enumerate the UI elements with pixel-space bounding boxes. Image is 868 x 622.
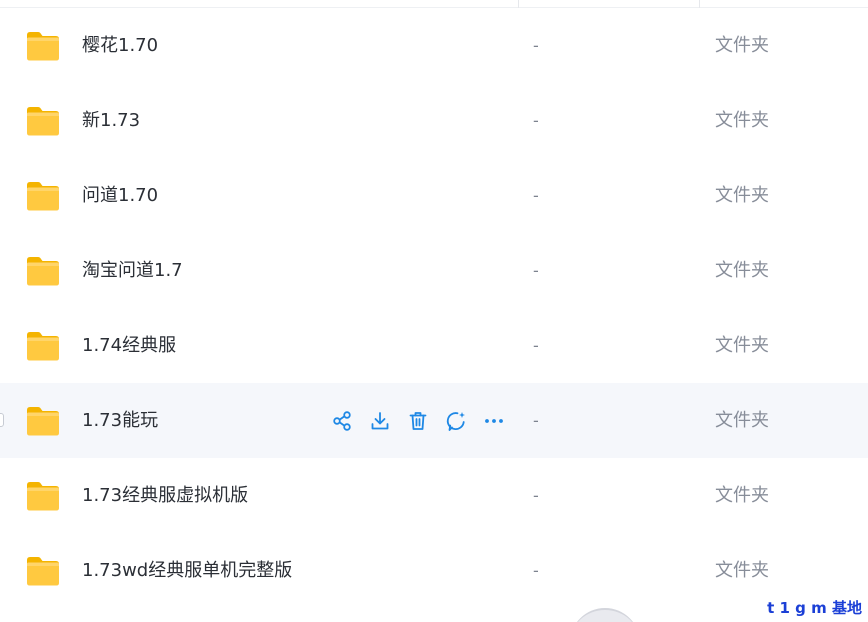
file-list: 樱花1.70- 文件夹 新1.73- 文件夹 问道1.70- 文件夹 淘宝问道1.7- 文件夹… bbox=[0, 8, 868, 608]
column-divider bbox=[518, 0, 519, 8]
share-icon bbox=[331, 410, 353, 432]
file-name[interactable]: 1.73wd经典服单机完整版 bbox=[82, 533, 292, 608]
file-size: - bbox=[533, 111, 539, 130]
more-icon bbox=[483, 410, 505, 432]
row-checkbox[interactable] bbox=[0, 413, 4, 427]
file-row[interactable]: 1.73经典服虚拟机版 - 文件夹 bbox=[0, 458, 868, 533]
file-type: 文件夹 bbox=[715, 185, 769, 206]
file-name[interactable]: 1.73经典服虚拟机版 bbox=[82, 458, 248, 533]
row-action-bar bbox=[326, 407, 516, 435]
file-size: - bbox=[533, 36, 539, 55]
ai-chat-icon bbox=[445, 410, 467, 432]
floating-avatar[interactable] bbox=[570, 608, 640, 622]
file-name[interactable]: 淘宝问道1.7 bbox=[82, 233, 183, 308]
delete-button[interactable] bbox=[402, 407, 434, 435]
file-size: - bbox=[533, 561, 539, 580]
file-row[interactable]: 1.74经典服 - 文件夹 bbox=[0, 308, 868, 383]
file-size: - bbox=[533, 186, 539, 205]
folder-icon bbox=[25, 105, 61, 137]
file-name[interactable]: 1.74经典服 bbox=[82, 308, 176, 383]
file-name[interactable]: 樱花1.70 bbox=[82, 8, 158, 83]
file-type: 文件夹 bbox=[715, 560, 769, 581]
file-name[interactable]: 新1.73 bbox=[82, 83, 140, 158]
column-divider bbox=[699, 0, 700, 8]
file-row[interactable]: 新1.73 - 文件夹 bbox=[0, 83, 868, 158]
folder-icon bbox=[25, 405, 61, 437]
folder-icon bbox=[25, 330, 61, 362]
file-row[interactable]: 1.73能玩 - 文件夹 bbox=[0, 383, 868, 458]
file-name[interactable]: 问道1.70 bbox=[82, 158, 158, 233]
list-header-strip bbox=[0, 0, 868, 8]
file-row[interactable]: 1.73wd经典服单机完整版 - 文件夹 bbox=[0, 533, 868, 608]
folder-icon bbox=[25, 480, 61, 512]
delete-icon bbox=[407, 410, 429, 432]
file-type: 文件夹 bbox=[715, 485, 769, 506]
file-name[interactable]: 1.73能玩 bbox=[82, 383, 158, 458]
more-button[interactable] bbox=[478, 407, 510, 435]
file-size: - bbox=[533, 261, 539, 280]
file-type: 文件夹 bbox=[715, 110, 769, 131]
file-type: 文件夹 bbox=[715, 35, 769, 56]
file-size: - bbox=[533, 411, 539, 430]
file-type: 文件夹 bbox=[715, 335, 769, 356]
file-type: 文件夹 bbox=[715, 260, 769, 281]
folder-icon bbox=[25, 180, 61, 212]
ai-chat-button[interactable] bbox=[440, 407, 472, 435]
download-icon bbox=[369, 410, 391, 432]
download-button[interactable] bbox=[364, 407, 396, 435]
file-size: - bbox=[533, 336, 539, 355]
file-row[interactable]: 淘宝问道1.7 - 文件夹 bbox=[0, 233, 868, 308]
folder-icon bbox=[25, 30, 61, 62]
file-list-page: 樱花1.70- 文件夹 新1.73- 文件夹 问道1.70- 文件夹 淘宝问道1.7- 文件夹… bbox=[0, 0, 868, 622]
file-type: 文件夹 bbox=[715, 410, 769, 431]
file-size: - bbox=[533, 486, 539, 505]
share-button[interactable] bbox=[326, 407, 358, 435]
folder-icon bbox=[25, 555, 61, 587]
folder-icon bbox=[25, 255, 61, 287]
file-row[interactable]: 问道1.70 - 文件夹 bbox=[0, 158, 868, 233]
file-row[interactable]: 樱花1.70 - 文件夹 bbox=[0, 8, 868, 83]
watermark-text: t 1 g m 基地 bbox=[767, 599, 862, 617]
